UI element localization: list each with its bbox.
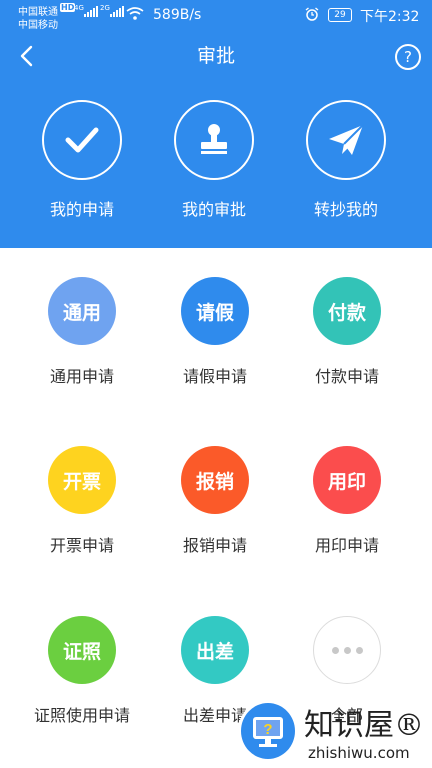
top-action-label: 转抄我的 bbox=[313, 200, 378, 219]
watermark-logo-icon: ? bbox=[238, 700, 298, 762]
network-speed: 589B/s bbox=[153, 7, 202, 23]
seal-application-item[interactable]: 用印 用印申请 bbox=[277, 446, 417, 556]
header-bar: 中国联通 中国移动 HD 4G 2G 589B/s 29 下午2:32 审批 ? bbox=[0, 0, 432, 248]
clock: 下午2:32 bbox=[360, 9, 420, 25]
svg-text:?: ? bbox=[263, 721, 272, 738]
my-approvals-button[interactable]: 我的审批 bbox=[154, 100, 274, 220]
my-applications-button[interactable]: 我的申请 bbox=[22, 100, 142, 220]
paper-plane-icon bbox=[306, 100, 386, 180]
grid-item-label: 用印申请 bbox=[314, 536, 379, 555]
carrier-secondary: 中国移动 bbox=[18, 20, 58, 31]
grid-item-label: 通用申请 bbox=[49, 367, 114, 386]
invoice-application-item[interactable]: 开票 开票申请 bbox=[12, 446, 152, 556]
signal-icon bbox=[110, 6, 124, 17]
watermark: ? 知识屋® zhishiwu.com bbox=[238, 700, 432, 768]
payment-icon: 付款 bbox=[313, 277, 381, 345]
grid-item-label: 报销申请 bbox=[182, 536, 247, 555]
seal-icon: 用印 bbox=[313, 446, 381, 514]
general-application-item[interactable]: 通用 通用申请 bbox=[12, 277, 152, 387]
invoice-icon: 开票 bbox=[48, 446, 116, 514]
general-icon: 通用 bbox=[48, 277, 116, 345]
grid-item-label: 证照使用申请 bbox=[33, 706, 130, 725]
cc-to-me-button[interactable]: 转抄我的 bbox=[286, 100, 406, 220]
watermark-title: 知识屋® bbox=[304, 708, 424, 743]
business-trip-icon: 出差 bbox=[181, 616, 249, 684]
page-title: 审批 bbox=[196, 45, 235, 67]
top-action-label: 我的申请 bbox=[49, 200, 114, 219]
watermark-url: zhishiwu.com bbox=[308, 744, 410, 762]
grid-item-label: 开票申请 bbox=[49, 536, 114, 555]
alarm-icon bbox=[305, 7, 319, 21]
grid-item-label: 请假申请 bbox=[182, 367, 247, 386]
leave-icon: 请假 bbox=[181, 277, 249, 345]
check-icon bbox=[42, 100, 122, 180]
status-bar: 中国联通 中国移动 HD 4G 2G 589B/s 29 下午2:32 bbox=[0, 0, 432, 34]
signal-icon bbox=[84, 6, 98, 17]
reimbursement-application-item[interactable]: 报销 报销申请 bbox=[145, 446, 285, 556]
stamp-icon bbox=[174, 100, 254, 180]
more-icon bbox=[313, 616, 381, 684]
license-use-application-item[interactable]: 证照 证照使用申请 bbox=[12, 616, 152, 726]
battery-icon: 29 bbox=[328, 8, 352, 22]
license-icon: 证照 bbox=[48, 616, 116, 684]
payment-application-item[interactable]: 付款 付款申请 bbox=[277, 277, 417, 387]
top-action-label: 我的审批 bbox=[181, 200, 246, 219]
wifi-icon bbox=[126, 7, 144, 20]
reimbursement-icon: 报销 bbox=[181, 446, 249, 514]
help-icon[interactable]: ? bbox=[395, 44, 421, 70]
leave-application-item[interactable]: 请假 请假申请 bbox=[145, 277, 285, 387]
net-type-1: 4G bbox=[74, 4, 84, 12]
grid-item-label: 付款申请 bbox=[314, 367, 379, 386]
net-type-2: 2G bbox=[100, 4, 110, 12]
